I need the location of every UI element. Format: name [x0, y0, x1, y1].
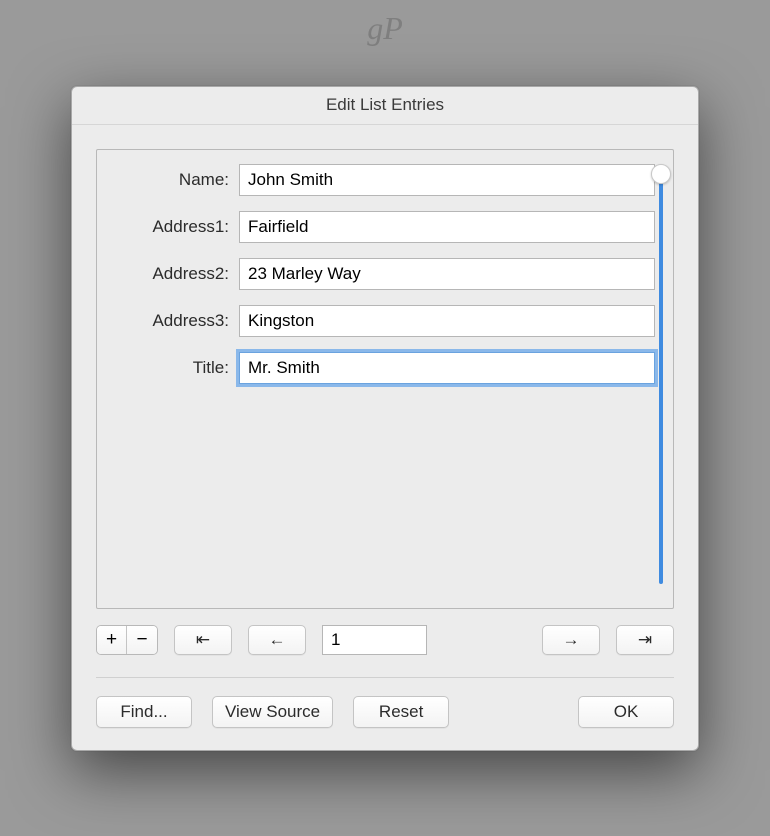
prev-record-button[interactable]: ←: [248, 625, 306, 655]
input-address3[interactable]: [239, 305, 655, 337]
minus-icon: −: [136, 630, 147, 649]
edit-list-entries-dialog: Edit List Entries Name: Address1: Addres…: [71, 86, 699, 751]
remove-record-button[interactable]: −: [127, 626, 157, 654]
row-address1: Address1:: [109, 211, 655, 243]
row-title: Title:: [109, 352, 655, 384]
divider: [96, 677, 674, 678]
label-name: Name:: [109, 170, 229, 190]
bottom-button-row: Find... View Source Reset OK: [96, 696, 674, 728]
input-address2[interactable]: [239, 258, 655, 290]
prev-icon: ←: [269, 630, 286, 650]
input-address1[interactable]: [239, 211, 655, 243]
record-number-input[interactable]: [322, 625, 427, 655]
first-record-button[interactable]: ⇤: [174, 625, 232, 655]
label-address1: Address1:: [109, 217, 229, 237]
row-address3: Address3:: [109, 305, 655, 337]
next-icon: →: [563, 630, 580, 650]
reset-button[interactable]: Reset: [353, 696, 449, 728]
next-record-button[interactable]: →: [542, 625, 600, 655]
find-button[interactable]: Find...: [96, 696, 192, 728]
label-address3: Address3:: [109, 311, 229, 331]
last-record-button[interactable]: ⇥: [616, 625, 674, 655]
row-address2: Address2:: [109, 258, 655, 290]
record-slider[interactable]: [659, 174, 663, 584]
dialog-title: Edit List Entries: [72, 87, 698, 125]
input-title[interactable]: [239, 352, 655, 384]
view-source-button[interactable]: View Source: [212, 696, 333, 728]
add-record-button[interactable]: +: [97, 626, 127, 654]
label-title: Title:: [109, 358, 229, 378]
input-name[interactable]: [239, 164, 655, 196]
add-remove-group: + −: [96, 625, 158, 655]
ok-button[interactable]: OK: [578, 696, 674, 728]
label-address2: Address2:: [109, 264, 229, 284]
plus-icon: +: [106, 630, 117, 649]
row-name: Name:: [109, 164, 655, 196]
form-panel: Name: Address1: Address2: Address3: Titl: [96, 149, 674, 609]
dialog-content: Name: Address1: Address2: Address3: Titl: [72, 125, 698, 750]
slider-thumb-icon[interactable]: [651, 164, 671, 184]
navigation-row: + − ⇤ ← → ⇥: [96, 625, 674, 655]
first-icon: ⇤: [196, 630, 210, 650]
last-icon: ⇥: [638, 630, 652, 650]
watermark-text: gP: [367, 10, 403, 47]
